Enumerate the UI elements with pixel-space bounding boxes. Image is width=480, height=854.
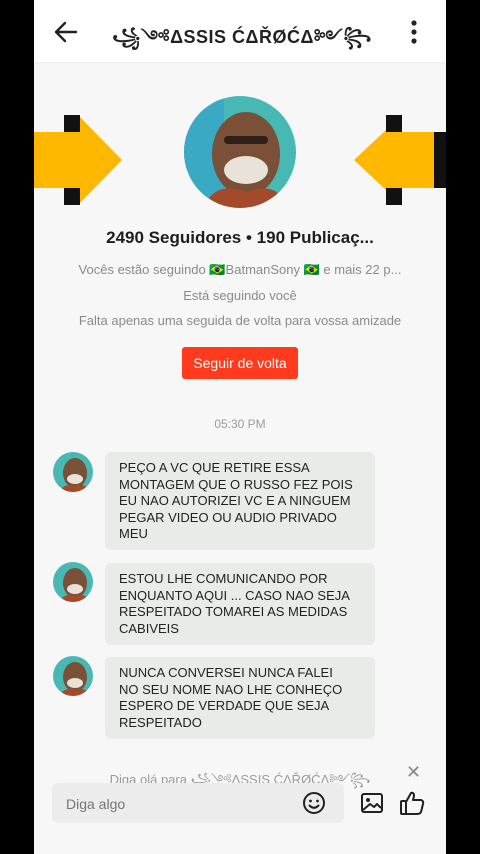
back-arrow-icon[interactable]	[50, 16, 82, 48]
mutual-followers-text[interactable]: Vocês estão seguindo 🇧🇷BatmanSony 🇧🇷 e m…	[34, 262, 446, 278]
message-line: ENQUANTO AQUI ... CASO NAO SEJA	[119, 587, 350, 603]
sender-avatar[interactable]	[53, 656, 93, 696]
message-line: MEU	[119, 526, 148, 541]
message-input-container	[52, 783, 344, 825]
message-line: PEÇO A VC QUE RETIRE ESSA	[119, 460, 310, 475]
profile-stats: 2490 Seguidores • 190 Publicaç...	[106, 228, 374, 247]
arrow-right-icon	[34, 115, 122, 205]
message-line: CABIVEIS	[119, 620, 179, 636]
close-icon[interactable]: ✕	[406, 762, 421, 783]
message-line: EU NAO AUTORIZEI VC E A NINGUEM	[119, 493, 351, 508]
message-bubble[interactable]: PEÇO A VC QUE RETIRE ESSA MONTAGEM QUE O…	[105, 452, 375, 550]
message-line: PEGAR VIDEO OU AUDIO PRIVADO	[119, 509, 337, 525]
arrow-left-icon	[354, 115, 446, 205]
emoji-icon[interactable]	[302, 791, 326, 815]
message-line: ESTOU LHE COMUNICANDO POR	[119, 571, 328, 586]
message-input[interactable]	[64, 783, 288, 825]
chat-screen: ꧁༺ΔSSIS ĆΔŘØĆΔ༻꧂ 2490 Seguidores • 190 P…	[34, 0, 446, 854]
chat-title[interactable]: ꧁༺ΔSSIS ĆΔŘØĆΔ༻꧂	[98, 18, 386, 68]
follows-you-text: Está seguindo você	[183, 288, 297, 303]
profile-avatar[interactable]	[184, 96, 296, 208]
header-bar: ꧁༺ΔSSIS ĆΔŘØĆΔ༻꧂	[34, 0, 446, 63]
friendship-hint-text: Falta apenas uma seguida de volta para v…	[78, 313, 402, 328]
more-vertical-icon[interactable]	[402, 18, 426, 46]
message-bubble[interactable]: NUNCA CONVERSEI NUNCA FALEI NO SEU NOME …	[105, 657, 375, 739]
message-line: RESPEITADO TOMAREI AS MEDIDAS	[119, 604, 348, 619]
message-timestamp: 05:30 PM	[214, 417, 266, 431]
message-line: NUNCA CONVERSEI NUNCA FALEI	[119, 665, 333, 680]
message-line: NO SEU NOME NAO LHE CONHEÇO	[119, 681, 343, 697]
image-icon[interactable]	[360, 791, 384, 815]
sender-avatar[interactable]	[53, 452, 93, 492]
follow-back-button[interactable]: Seguir de volta	[182, 347, 298, 379]
message-bubble[interactable]: ESTOU LHE COMUNICANDO POR ENQUANTO AQUI …	[105, 563, 375, 645]
message-line: MONTAGEM QUE O RUSSO FEZ POIS	[119, 476, 353, 492]
sender-avatar[interactable]	[53, 562, 93, 602]
thumbs-up-icon[interactable]	[398, 789, 426, 817]
message-line: RESPEITADO	[119, 714, 202, 730]
message-line: ESPERO DE VERDADE QUE SEJA	[119, 698, 330, 713]
